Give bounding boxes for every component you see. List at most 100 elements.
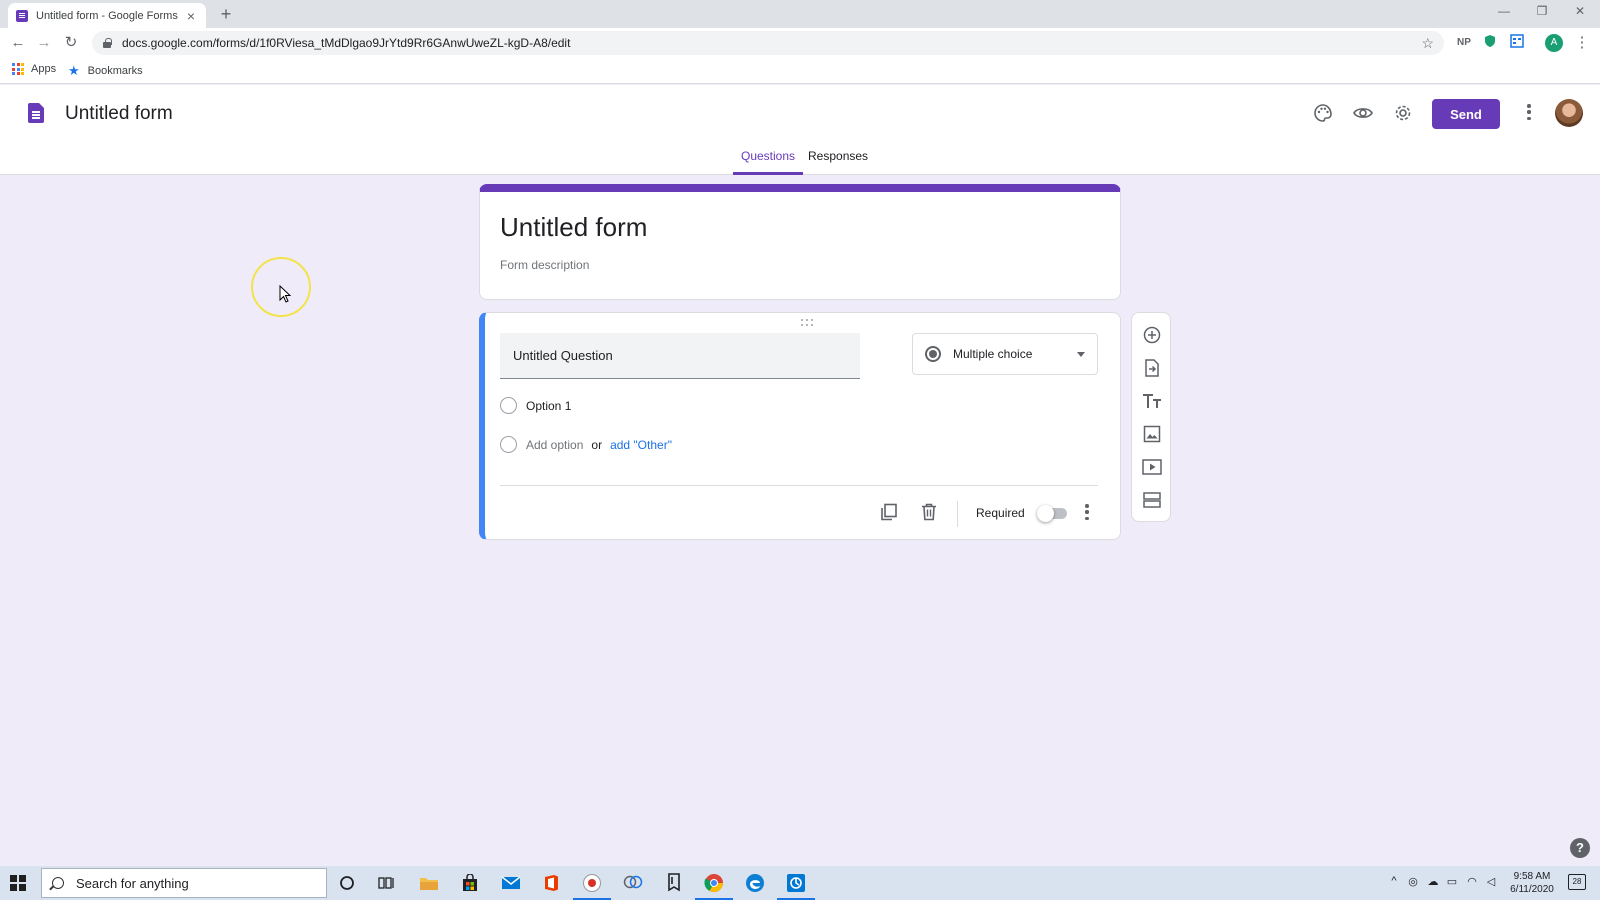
option-row: Option 1 bbox=[500, 397, 571, 414]
browser-tab-bar: Untitled form - Google Forms × + — ❐ ✕ bbox=[0, 0, 1600, 28]
clock-date: 6/11/2020 bbox=[1510, 884, 1554, 895]
wifi-icon[interactable]: ◠ bbox=[1464, 875, 1480, 888]
profile-avatar-icon[interactable]: A bbox=[1545, 34, 1563, 52]
taskbar-clock[interactable]: 9:58 AM 6/11/2020 bbox=[1502, 870, 1562, 896]
forms-header: Untitled form Send Questions Responses bbox=[0, 85, 1600, 175]
add-image-icon[interactable] bbox=[1141, 423, 1163, 445]
browser-tab[interactable]: Untitled form - Google Forms × bbox=[8, 3, 206, 28]
tab-title: Untitled form - Google Forms bbox=[36, 9, 178, 22]
google-forms-logo-icon[interactable] bbox=[28, 103, 44, 123]
add-video-icon[interactable] bbox=[1141, 456, 1163, 478]
form-description-input[interactable]: Form description bbox=[500, 258, 589, 272]
volume-icon[interactable]: ◁ bbox=[1483, 875, 1499, 888]
bookmark-star-icon[interactable]: ☆ bbox=[1421, 35, 1434, 52]
battery-icon[interactable]: ▭ bbox=[1444, 875, 1460, 888]
drag-handle-icon[interactable] bbox=[801, 319, 815, 326]
onedrive-icon[interactable]: ☁ bbox=[1425, 875, 1441, 888]
side-toolbar bbox=[1131, 312, 1171, 522]
notifications-icon[interactable]: 28 bbox=[1568, 874, 1586, 890]
add-option-link[interactable]: Add option bbox=[526, 438, 583, 452]
lock-icon bbox=[102, 38, 112, 48]
settings-gear-icon[interactable] bbox=[1391, 101, 1415, 125]
url-text: docs.google.com/forms/d/1f0RViesa_tMdDlg… bbox=[122, 36, 571, 50]
add-question-icon[interactable] bbox=[1141, 324, 1163, 346]
minimize-icon[interactable]: — bbox=[1494, 4, 1514, 18]
back-icon[interactable]: ← bbox=[8, 33, 28, 53]
question-title-input[interactable]: Untitled Question bbox=[500, 333, 860, 379]
browser-toolbar: ← → ↻ docs.google.com/forms/d/1f0RViesa_… bbox=[0, 28, 1600, 58]
preview-eye-icon[interactable] bbox=[1351, 101, 1375, 125]
form-tabs: Questions Responses bbox=[0, 141, 1600, 175]
help-icon[interactable]: ? bbox=[1570, 838, 1590, 858]
tab-responses[interactable]: Responses bbox=[808, 149, 868, 175]
required-toggle[interactable] bbox=[1037, 505, 1067, 522]
edge-icon[interactable] bbox=[744, 872, 766, 894]
form-title-card: Untitled form Form description bbox=[479, 184, 1121, 300]
more-options-icon[interactable] bbox=[1527, 104, 1531, 120]
office-icon[interactable] bbox=[540, 872, 562, 894]
send-button[interactable]: Send bbox=[1432, 99, 1500, 129]
form-title-input[interactable]: Untitled form bbox=[500, 212, 647, 243]
file-explorer-icon[interactable] bbox=[418, 872, 440, 894]
forms-favicon-icon bbox=[16, 9, 28, 22]
reload-icon[interactable]: ↻ bbox=[61, 33, 81, 53]
screen-recorder-icon[interactable] bbox=[573, 872, 611, 900]
tray-expand-icon[interactable]: ^ bbox=[1386, 875, 1402, 887]
question-type-label: Multiple choice bbox=[953, 347, 1033, 361]
delete-trash-icon[interactable] bbox=[918, 501, 940, 523]
task-view-icon[interactable] bbox=[375, 872, 397, 894]
add-other-link[interactable]: add "Other" bbox=[610, 438, 672, 452]
question-more-options-icon[interactable] bbox=[1085, 504, 1089, 520]
extension-np-icon[interactable]: NP bbox=[1455, 34, 1473, 52]
cortana-icon[interactable] bbox=[336, 872, 358, 894]
star-icon: ★ bbox=[68, 63, 80, 78]
mail-icon[interactable] bbox=[500, 872, 522, 894]
bookmark-folder[interactable]: ★ Bookmarks bbox=[68, 63, 143, 79]
restore-icon[interactable]: ❐ bbox=[1532, 4, 1552, 18]
bookmarks-bar: Apps ★ Bookmarks bbox=[0, 58, 1600, 84]
form-document-title[interactable]: Untitled form bbox=[65, 103, 173, 125]
option-radio-icon bbox=[500, 436, 517, 453]
extension-grid-icon[interactable] bbox=[1508, 34, 1526, 52]
question-type-dropdown[interactable]: Multiple choice bbox=[912, 333, 1098, 375]
question-footer-divider bbox=[500, 485, 1098, 486]
new-tab-icon[interactable]: + bbox=[216, 4, 236, 25]
tab-questions[interactable]: Questions bbox=[733, 149, 804, 175]
close-window-icon[interactable]: ✕ bbox=[1570, 4, 1590, 18]
radio-button-icon bbox=[925, 346, 941, 362]
bookmark-apps[interactable]: Apps bbox=[12, 63, 56, 75]
dropdown-arrow-icon bbox=[1077, 351, 1085, 357]
snip-tool-icon[interactable] bbox=[622, 872, 644, 894]
duplicate-icon[interactable] bbox=[878, 501, 900, 523]
address-bar[interactable]: docs.google.com/forms/d/1f0RViesa_tMdDlg… bbox=[92, 31, 1444, 55]
required-label: Required bbox=[976, 506, 1025, 520]
option-label-input[interactable]: Option 1 bbox=[526, 399, 571, 413]
question-card[interactable]: Untitled Question Multiple choice Option… bbox=[479, 312, 1121, 540]
remote-desktop-icon[interactable] bbox=[777, 872, 815, 900]
notebook-icon[interactable] bbox=[663, 872, 685, 894]
extension-shield-icon[interactable] bbox=[1481, 34, 1499, 52]
footer-separator bbox=[957, 501, 958, 527]
windows-taskbar: Search for anything ^ ◎ ☁ ▭ ◠ ◁ 9:58 AM … bbox=[0, 866, 1600, 900]
taskbar-search-placeholder: Search for anything bbox=[76, 875, 189, 891]
store-icon[interactable] bbox=[459, 872, 481, 894]
add-title-icon[interactable] bbox=[1141, 390, 1163, 412]
clock-time: 9:58 AM bbox=[1513, 871, 1551, 882]
search-icon bbox=[52, 877, 64, 889]
add-section-icon[interactable] bbox=[1141, 489, 1163, 511]
mouse-pointer-icon bbox=[279, 284, 292, 308]
tray-app-icon[interactable]: ◎ bbox=[1405, 875, 1421, 888]
add-option-row: Add option or add "Other" bbox=[500, 436, 672, 453]
apps-grid-icon bbox=[12, 63, 24, 75]
user-avatar[interactable] bbox=[1555, 99, 1583, 127]
option-radio-icon bbox=[500, 397, 517, 414]
or-text: or bbox=[591, 437, 603, 452]
forward-icon[interactable]: → bbox=[34, 33, 54, 53]
palette-icon[interactable] bbox=[1311, 101, 1335, 125]
import-questions-icon[interactable] bbox=[1141, 357, 1163, 379]
browser-menu-icon[interactable]: ⋮ bbox=[1572, 33, 1592, 53]
windows-start-icon[interactable] bbox=[10, 875, 26, 891]
chrome-icon[interactable] bbox=[695, 872, 733, 900]
taskbar-search-input[interactable]: Search for anything bbox=[41, 868, 327, 898]
close-tab-icon[interactable]: × bbox=[184, 8, 198, 24]
